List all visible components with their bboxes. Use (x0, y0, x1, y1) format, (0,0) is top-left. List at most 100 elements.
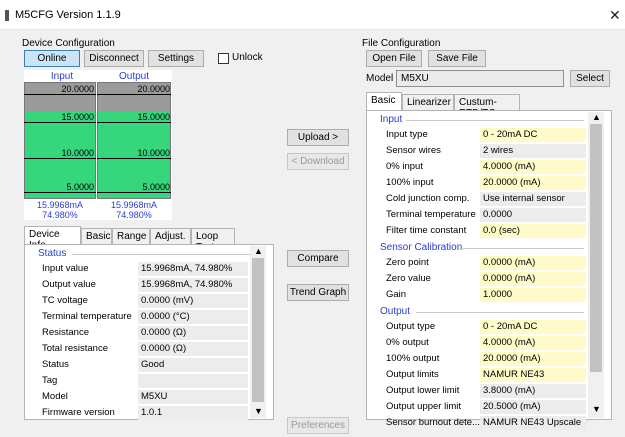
basic-row-value: 0.0000 (480, 208, 586, 222)
basic-row-label: Gain (386, 289, 407, 300)
basic-row-label: 0% input (386, 161, 423, 172)
basic-section-divider (416, 312, 584, 313)
trend-graph-button[interactable]: Trend Graph (287, 284, 349, 301)
input-value-pct: 74.980% (42, 210, 78, 220)
output-tick-line (97, 122, 171, 123)
scroll-down-icon[interactable]: ▼ (592, 404, 601, 414)
output-tick-label: 10.0000 (137, 148, 170, 158)
basic-scroll-thumb[interactable] (590, 124, 602, 372)
input-tick-label: 20.0000 (61, 84, 94, 94)
basic-row-value[interactable]: 4.0000 (mA) (480, 336, 586, 350)
input-value-ma: 15.9968mA (36, 200, 84, 210)
basic-row-value[interactable]: 0 - 20mA DC (480, 320, 586, 334)
basic-row-value[interactable]: 0.0000 (mA) (480, 272, 586, 286)
status-row-value: 0.0000 (Ω) (138, 342, 248, 356)
select-button[interactable]: Select (570, 70, 610, 87)
model-label: Model (366, 73, 394, 84)
status-row-label: Input value (42, 263, 89, 274)
file-tab-basic[interactable]: Basic (366, 92, 402, 111)
output-value-pct: 74.980% (116, 210, 152, 220)
basic-row-value[interactable]: 1.0000 (480, 288, 586, 302)
unlock-checkbox[interactable] (218, 53, 229, 64)
title-bar: M5CFG Version 1.1.9 ✕ (0, 0, 625, 30)
status-scrollbar[interactable]: ▲ ▼ (250, 246, 266, 418)
tab-adjust[interactable]: Adjust. (150, 228, 191, 245)
unlock-label: Unlock (232, 52, 263, 63)
status-row-label: Tag (42, 375, 58, 386)
close-icon[interactable]: ✕ (609, 7, 621, 24)
upload-button[interactable]: Upload > (287, 129, 349, 146)
disconnect-button[interactable]: Disconnect (84, 50, 144, 67)
app-icon (5, 10, 9, 21)
basic-row-label: Output upper limit (386, 401, 461, 412)
status-section-label: Status (38, 248, 67, 259)
status-row-label: Terminal temperature (42, 311, 132, 322)
status-row-label: Resistance (42, 327, 89, 338)
input-tick-label: 5.0000 (66, 182, 94, 192)
tab-basic[interactable]: Basic (81, 228, 112, 245)
input-bar-label: Input (50, 71, 74, 82)
output-tick-label: 20.0000 (137, 84, 170, 94)
model-field[interactable]: M5XU (396, 70, 564, 87)
output-value-ma: 15.9968mA (110, 200, 158, 210)
status-row-value: 0.0000 (Ω) (138, 326, 248, 340)
status-scroll-thumb[interactable] (252, 258, 264, 402)
input-tick-line (24, 158, 96, 159)
basic-row-value[interactable]: 0.0000 (mA) (480, 256, 586, 270)
preferences-button[interactable]: Preferences (287, 417, 349, 434)
basic-row-label: Output lower limit (386, 385, 460, 396)
status-row-label: Status (42, 359, 69, 370)
basic-row-value[interactable]: 4.0000 (mA) (480, 160, 586, 174)
output-tick-label: 15.0000 (137, 112, 170, 122)
status-row-value: Good (138, 358, 248, 372)
output-tick-line (97, 94, 171, 95)
basic-row-value[interactable]: 20.0000 (mA) (480, 352, 586, 366)
compare-button[interactable]: Compare (287, 250, 349, 267)
status-row-value: 15.9968mA, 74.980% (138, 278, 248, 292)
basic-section-divider (406, 120, 584, 121)
basic-row-value: NAMUR NE43 Upscale (480, 416, 586, 430)
basic-row-label: Filter time constant (386, 225, 467, 236)
basic-row-label: Terminal temperature (386, 209, 476, 220)
settings-button[interactable]: Settings (148, 50, 204, 67)
basic-row-label: Cold junction comp. (386, 193, 470, 204)
status-row-label: Output value (42, 279, 96, 290)
basic-row-label: Output type (386, 321, 436, 332)
scroll-up-icon[interactable]: ▲ (254, 246, 263, 256)
output-tick-line (97, 158, 171, 159)
basic-row-label: 100% input (386, 177, 434, 188)
basic-row-value[interactable]: NAMUR NE43 (480, 368, 586, 382)
basic-row-value[interactable]: 0.0 (sec) (480, 224, 586, 238)
basic-row-value[interactable]: 0 - 20mA DC (480, 128, 586, 142)
scroll-down-icon[interactable]: ▼ (254, 406, 263, 416)
save-file-button[interactable]: Save File (428, 50, 486, 67)
tab-range[interactable]: Range (112, 228, 150, 245)
scroll-up-icon[interactable]: ▲ (592, 112, 601, 122)
input-tick-line (24, 94, 96, 95)
status-row-value: M5XU (138, 390, 248, 404)
download-button[interactable]: < Download (287, 153, 349, 170)
tab-device-info[interactable]: Device Info. (24, 226, 81, 251)
status-row-label: TC voltage (42, 295, 88, 306)
window-title: M5CFG Version 1.1.9 (15, 9, 121, 21)
basic-row-label: Zero point (386, 257, 429, 268)
status-row-value (138, 374, 248, 388)
status-row-value: 15.9968mA, 74.980% (138, 262, 248, 276)
input-tick-label: 10.0000 (61, 148, 94, 158)
status-row-value: 1.0.1 (138, 406, 248, 420)
online-button[interactable]: Online (24, 50, 80, 67)
device-config-label: Device Configuration (22, 38, 115, 49)
file-tab-linearizer[interactable]: Linearizer (402, 94, 454, 111)
basic-row-value: 2 wires (480, 144, 586, 158)
input-tick-line (24, 122, 96, 123)
basic-section-label: Output (380, 306, 411, 317)
basic-scrollbar[interactable]: ▲ ▼ (588, 112, 604, 418)
status-row-value: 0.0000 (°C) (138, 310, 248, 324)
file-tab-custom-rtd-tc[interactable]: Custum-RTD/TC (454, 94, 520, 119)
basic-section-label: Sensor Calibration (380, 242, 463, 253)
basic-row-label: Output limits (386, 369, 439, 380)
basic-row-label: Sensor burnout dete... (386, 417, 481, 428)
tab-loop-test[interactable]: Loop Test (191, 228, 235, 253)
basic-row-value[interactable]: 20.0000 (mA) (480, 176, 586, 190)
open-file-button[interactable]: Open File (366, 50, 422, 67)
